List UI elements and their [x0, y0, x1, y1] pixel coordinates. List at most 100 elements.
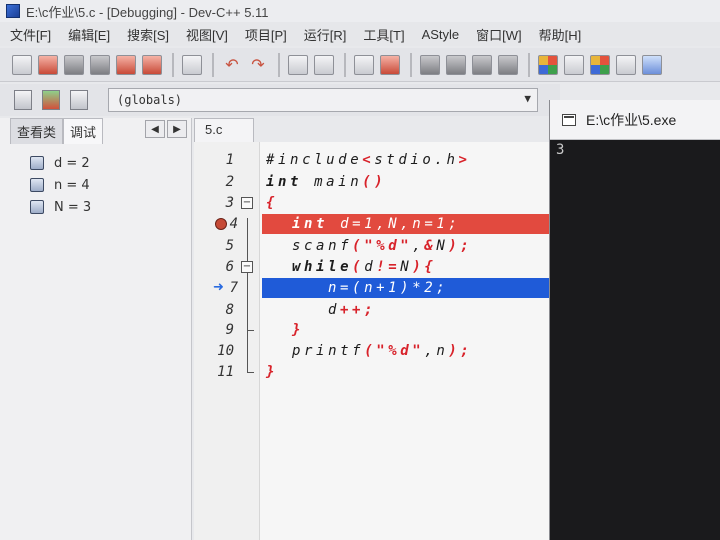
watch-item-label: d = 2 [54, 155, 90, 171]
watch-item[interactable]: n = 4 [30, 174, 191, 196]
watch-item[interactable]: N = 3 [30, 196, 191, 218]
console-title: E:\c作业\5.exe [586, 111, 677, 128]
devcpp-app-icon [6, 4, 20, 18]
line-number: 7 [229, 280, 238, 296]
tab-debug[interactable]: 调试 [63, 118, 104, 144]
toolbar-separator [410, 52, 412, 77]
fold-toggle-icon[interactable]: − [241, 261, 253, 273]
watch-variable-icon [30, 200, 44, 214]
editor-tab[interactable]: 5.c [194, 118, 254, 142]
menu-view[interactable]: 视图[V] [186, 25, 228, 44]
left-panel: 查看类 调试 d = 2 n = 4 N = 3 [0, 118, 192, 540]
insert-icon[interactable] [14, 90, 32, 110]
secondary-toolbar: (globals) ▼ [0, 84, 560, 116]
class-browser-icon[interactable] [590, 54, 610, 75]
menu-run[interactable]: 运行[R] [304, 25, 347, 44]
line-number: 1 [225, 152, 234, 168]
open-file-icon[interactable] [38, 54, 58, 75]
save-all-icon[interactable] [90, 54, 110, 75]
code-text: scanf("%d",&N); [292, 238, 473, 254]
toolbar-separator [344, 52, 346, 77]
console-window: E:\c作业\5.exe 3 [549, 100, 720, 540]
find-icon[interactable] [288, 54, 308, 75]
main-toolbar: ↶ ↷ [0, 48, 720, 82]
code-line: 3 − { [194, 193, 556, 213]
indent-icon[interactable] [354, 54, 374, 75]
scope-value: (globals) [117, 93, 183, 107]
toolbar-separator [212, 52, 214, 77]
tab-navigation: ◀ ▶ [145, 120, 189, 140]
code-line: 8 d++; [194, 300, 556, 320]
console-app-icon [562, 113, 576, 126]
redo-icon[interactable]: ↷ [248, 55, 268, 75]
code-text: n=(n+1)*2; [328, 280, 449, 296]
code-line: 2 int main() [194, 172, 556, 192]
line-number: 2 [225, 174, 234, 190]
code-line: 6 − while(d!=N){ [194, 257, 556, 277]
close-file-icon[interactable] [116, 54, 136, 75]
close-all-icon[interactable] [142, 54, 162, 75]
chevron-down-icon: ▼ [524, 92, 531, 105]
debug-icon[interactable] [498, 54, 518, 75]
menu-window[interactable]: 窗口[W] [476, 25, 522, 44]
code-text: printf("%d",n); [292, 343, 473, 359]
code-line: 10 printf("%d",n); [194, 341, 556, 361]
title-bar: E:\c作业\5.c - [Debugging] - Dev-C++ 5.11 [0, 0, 720, 22]
code-line-breakpoint: 4 int d=1,N,n=1; [194, 214, 556, 234]
watch-list: d = 2 n = 4 N = 3 [0, 144, 191, 218]
menu-edit[interactable]: 编辑[E] [68, 25, 110, 44]
window-icon[interactable] [564, 54, 584, 75]
toolbar-separator [528, 52, 530, 77]
code-text: int d=1,N,n=1; [292, 216, 461, 232]
watch-item[interactable]: d = 2 [30, 152, 191, 174]
window-title: E:\c作业\5.c - [Debugging] - Dev-C++ 5.11 [26, 4, 269, 20]
code-line: 9 } [194, 320, 556, 340]
menu-file[interactable]: 文件[F] [10, 25, 51, 44]
watch-item-label: n = 4 [54, 177, 90, 193]
code-text: } [292, 322, 305, 338]
toggle-bookmark-icon[interactable] [42, 90, 60, 110]
code-text: { [266, 195, 279, 211]
code-text: d++; [328, 302, 377, 318]
code-text: int main() [266, 174, 387, 190]
line-number: 4 [229, 216, 238, 232]
compile-run-icon[interactable] [472, 54, 492, 75]
menu-bar: 文件[F] 编辑[E] 搜索[S] 视图[V] 项目[P] 运行[R] 工具[T… [0, 22, 720, 46]
menu-tools[interactable]: 工具[T] [363, 25, 404, 44]
code-text: #include<stdio.h> [266, 152, 471, 168]
menu-search[interactable]: 搜索[S] [127, 25, 169, 44]
check-icon[interactable] [642, 54, 662, 75]
console-output[interactable]: 3 [550, 140, 720, 158]
fold-toggle-icon[interactable]: − [241, 197, 253, 209]
code-line: 5 scanf("%d",&N); [194, 236, 556, 256]
toolbar-separator [172, 52, 174, 77]
compile-icon[interactable] [420, 54, 440, 75]
line-number: 9 [225, 322, 234, 338]
code-text: while(d!=N){ [292, 259, 437, 275]
new-project-icon[interactable] [538, 54, 558, 75]
scope-select[interactable]: (globals) ▼ [108, 88, 538, 112]
code-text: } [266, 364, 279, 380]
tab-class-view[interactable]: 查看类 [10, 118, 64, 144]
code-editor[interactable]: 1 #include<stdio.h> 2 int main() 3 − { 4… [194, 142, 556, 540]
chevron-left-icon[interactable]: ◀ [145, 120, 165, 138]
undo-icon[interactable]: ↶ [222, 55, 242, 75]
replace-icon[interactable] [314, 54, 334, 75]
print-icon[interactable] [182, 54, 202, 75]
code-line: 1 #include<stdio.h> [194, 150, 556, 170]
toolbar-separator [278, 52, 280, 77]
menu-astyle[interactable]: AStyle [422, 27, 460, 42]
line-number: 6 [225, 259, 234, 275]
line-number: 8 [225, 302, 234, 318]
goto-bookmark-icon[interactable] [70, 90, 88, 110]
chevron-right-icon[interactable]: ▶ [167, 120, 187, 138]
goto-line-icon[interactable] [380, 54, 400, 75]
menu-help[interactable]: 帮助[H] [539, 25, 582, 44]
grid-icon[interactable] [616, 54, 636, 75]
new-file-icon[interactable] [12, 54, 32, 75]
line-number: 3 [225, 195, 234, 211]
code-line-current: ➜ 7 n=(n+1)*2; [194, 278, 556, 298]
run-icon[interactable] [446, 54, 466, 75]
menu-project[interactable]: 项目[P] [245, 25, 287, 44]
save-icon[interactable] [64, 54, 84, 75]
